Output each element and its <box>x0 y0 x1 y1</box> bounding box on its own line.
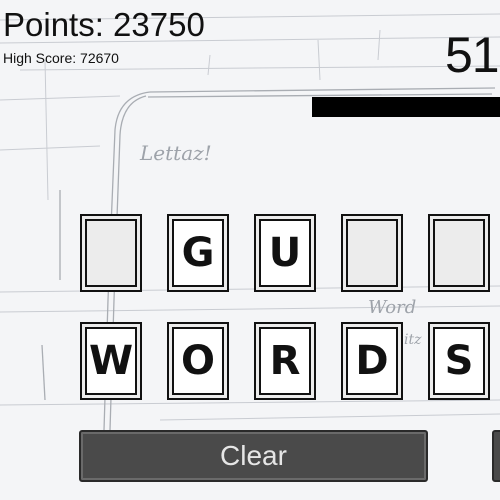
points-label: Points: 23750 <box>3 6 205 43</box>
bottom-row-tile-2[interactable]: O <box>167 322 229 400</box>
tile-letter: U <box>259 219 311 287</box>
tile-letter: O <box>172 327 224 395</box>
bottom-row-tile-4[interactable]: D <box>341 322 403 400</box>
tile-letter <box>346 219 398 287</box>
bottom-row-tile-5[interactable]: S <box>428 322 490 400</box>
sketch-title-text: Lettaz! <box>139 141 212 165</box>
top-row-tile-4[interactable] <box>341 214 403 292</box>
clear-button[interactable]: Clear <box>79 430 428 482</box>
high-score-label: High Score: 72670 <box>3 50 119 66</box>
timer-text: 51 <box>445 27 500 83</box>
tile-letter <box>85 219 137 287</box>
timer-bar <box>312 97 500 117</box>
sketch-word-text: Word <box>368 297 416 318</box>
tile-letter: G <box>172 219 224 287</box>
bottom-row-tile-1[interactable]: W <box>80 322 142 400</box>
tile-letter: R <box>259 327 311 395</box>
secondary-button-edge[interactable] <box>492 430 500 482</box>
bottom-row-tile-3[interactable]: R <box>254 322 316 400</box>
top-row-tile-2[interactable]: G <box>167 214 229 292</box>
top-row-tile-1[interactable] <box>80 214 142 292</box>
tile-letter: W <box>85 327 137 395</box>
tile-letter: S <box>433 327 485 395</box>
top-row-tile-5[interactable] <box>428 214 490 292</box>
top-row-tile-3[interactable]: U <box>254 214 316 292</box>
sketch-tz-text: itz <box>404 332 422 348</box>
sketch-background: Lettaz! Word itz <box>0 13 500 431</box>
tile-letter: D <box>346 327 398 395</box>
tile-letter <box>433 219 485 287</box>
